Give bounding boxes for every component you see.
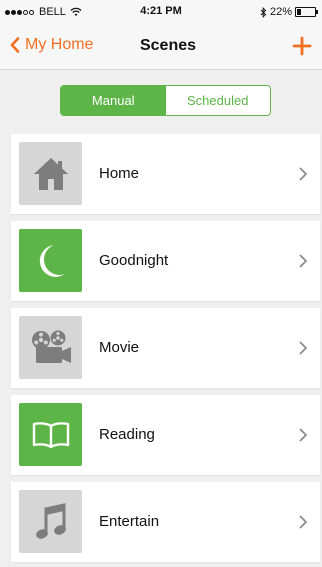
back-button[interactable]: My Home: [10, 36, 93, 54]
scene-label: Reading: [99, 426, 155, 443]
battery-icon: [295, 7, 318, 17]
house-icon: [33, 157, 68, 190]
battery-percent: 22%: [269, 6, 292, 18]
moon-icon: [39, 244, 65, 277]
scenes-screen: BELL 4:21 PM 22% My Home Scenes Manual S…: [0, 0, 322, 567]
scene-tile: [19, 316, 82, 379]
status-bar: BELL 4:21 PM 22%: [0, 0, 322, 24]
chevron-right-icon: [299, 515, 307, 529]
scene-list: Home Goodnight Movie Reading Entertain: [11, 134, 320, 567]
scene-tile: [19, 403, 82, 466]
scene-tile: [19, 142, 82, 205]
chevron-right-icon: [299, 428, 307, 442]
mode-segmented-control: Manual Scheduled: [60, 85, 271, 116]
scene-label: Movie: [99, 339, 140, 356]
scene-item-entertain[interactable]: Entertain: [11, 482, 320, 562]
scene-tile: [19, 229, 82, 292]
chevron-right-icon: [299, 254, 307, 268]
battery-level-fill: [297, 9, 301, 15]
chevron-right-icon: [299, 167, 307, 181]
bluetooth-icon: [260, 6, 267, 18]
scene-tile: [19, 490, 82, 553]
add-scene-button[interactable]: [290, 34, 314, 58]
scene-item-movie[interactable]: Movie: [11, 308, 320, 388]
chevron-left-icon: [10, 37, 20, 53]
page-title: Scenes: [139, 37, 197, 54]
tab-manual[interactable]: Manual: [61, 86, 166, 115]
tab-scheduled[interactable]: Scheduled: [165, 86, 270, 115]
scene-label: Home: [99, 165, 140, 182]
navigation-bar: My Home Scenes: [0, 24, 322, 70]
film-projector-icon: [31, 330, 71, 363]
plus-icon: [292, 36, 312, 56]
back-button-label: My Home: [25, 36, 94, 53]
chevron-right-icon: [299, 341, 307, 355]
scene-item-reading[interactable]: Reading: [11, 395, 320, 475]
scene-item-home[interactable]: Home: [11, 134, 320, 214]
scene-label: Goodnight: [99, 252, 169, 269]
music-note-icon: [35, 502, 66, 539]
scene-item-goodnight[interactable]: Goodnight: [11, 221, 320, 301]
scene-label: Entertain: [99, 513, 160, 530]
book-icon: [32, 421, 69, 448]
status-right: 22%: [260, 5, 318, 19]
